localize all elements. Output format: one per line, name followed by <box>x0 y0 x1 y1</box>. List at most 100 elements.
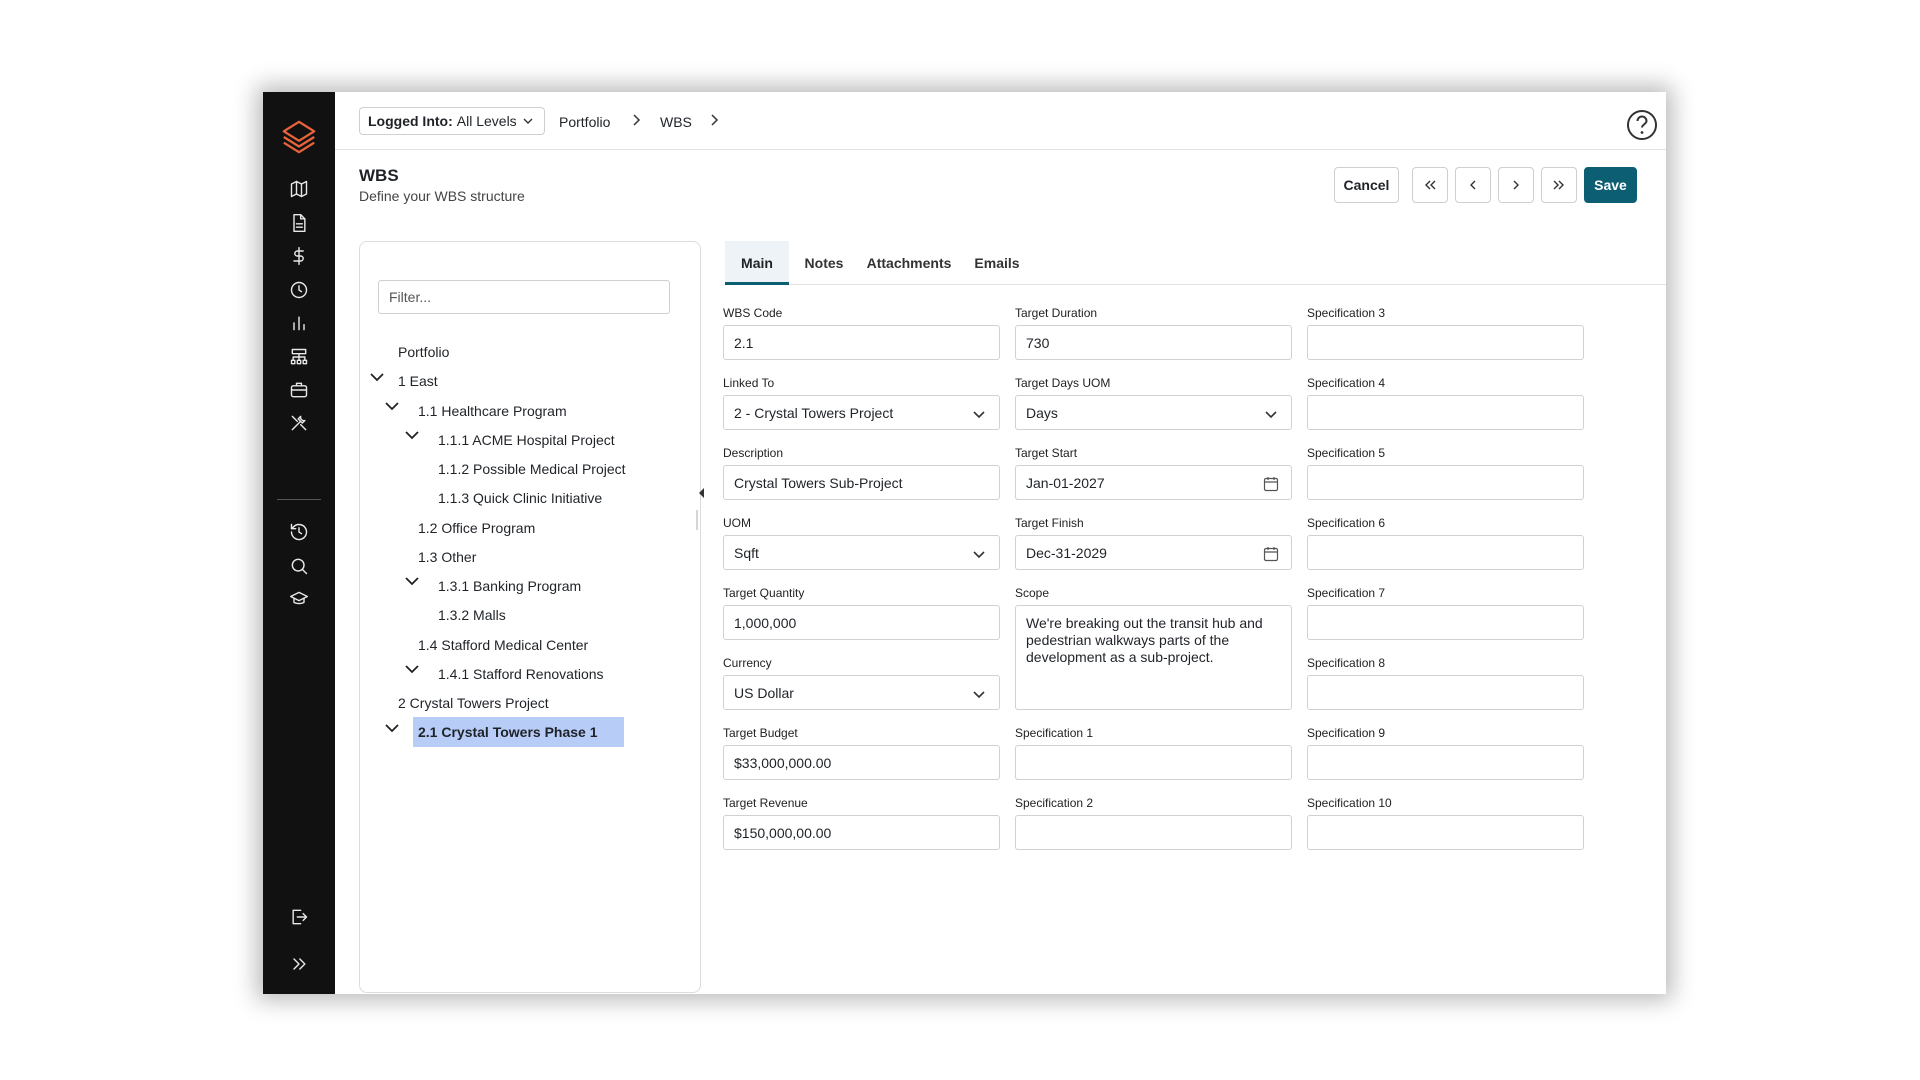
chevron-down-icon[interactable] <box>404 575 420 587</box>
spec8-input[interactable] <box>1307 675 1584 710</box>
target-duration-input[interactable]: 730 <box>1015 325 1292 360</box>
logout-icon[interactable] <box>287 905 311 929</box>
spec9-label: Specification 9 <box>1307 726 1386 740</box>
scope-label: Scope <box>1015 586 1050 600</box>
spec10-input[interactable] <box>1307 815 1584 850</box>
tree-filter-input[interactable] <box>378 280 670 314</box>
spec4-input[interactable] <box>1307 395 1584 430</box>
document-icon[interactable] <box>287 211 311 235</box>
target-budget-input[interactable]: $33,000,000.00 <box>723 745 1000 780</box>
scope-textarea[interactable]: We're breaking out the transit hub and p… <box>1015 605 1292 710</box>
hierarchy-icon[interactable] <box>287 345 311 369</box>
target-days-uom-select[interactable]: Days <box>1015 395 1292 430</box>
spec5-input[interactable] <box>1307 465 1584 500</box>
target-budget-value: $33,000,000.00 <box>734 754 832 771</box>
spec2-label: Specification 2 <box>1015 796 1094 810</box>
collapse-panel-icon[interactable] <box>699 488 705 498</box>
target-finish-value: Dec-31-2029 <box>1026 544 1107 561</box>
target-revenue-value: $150,000,00.00 <box>734 824 832 841</box>
tab-main[interactable]: Main <box>725 241 789 285</box>
chevron-down-icon[interactable] <box>384 722 400 734</box>
breadcrumb-portfolio[interactable]: Portfolio <box>559 114 610 130</box>
target-days-uom-value: Days <box>1026 404 1058 421</box>
app-logo-icon[interactable] <box>280 118 318 156</box>
tree-node[interactable]: 1.1 Healthcare Program <box>418 400 567 422</box>
nav-rail <box>263 92 335 994</box>
tab-notes[interactable]: Notes <box>795 241 853 285</box>
target-duration-value: 730 <box>1026 334 1050 351</box>
search-icon[interactable] <box>287 554 311 578</box>
tree-node[interactable]: 1.2 Office Program <box>418 517 535 539</box>
target-quantity-input[interactable]: 1,000,000 <box>723 605 1000 640</box>
tree-node[interactable]: Portfolio <box>398 341 449 363</box>
target-revenue-label: Target Revenue <box>723 796 808 810</box>
spec1-input[interactable] <box>1015 745 1292 780</box>
linked-to-select[interactable]: 2 - Crystal Towers Project <box>723 395 1000 430</box>
tree-node[interactable]: 1.4 Stafford Medical Center <box>418 634 588 656</box>
tree-node-selected[interactable]: 2.1 Crystal Towers Phase 1 <box>413 717 624 747</box>
previous-record-button[interactable] <box>1455 167 1491 203</box>
cancel-button[interactable]: Cancel <box>1334 167 1399 203</box>
spec2-input[interactable] <box>1015 815 1292 850</box>
bar-chart-icon[interactable] <box>287 311 311 335</box>
page-subtitle: Define your WBS structure <box>359 188 525 204</box>
tree-node[interactable]: 1.1.1 ACME Hospital Project <box>438 429 615 451</box>
save-button[interactable]: Save <box>1584 167 1637 203</box>
target-start-input[interactable]: Jan-01-2027 <box>1015 465 1292 500</box>
history-icon[interactable] <box>287 520 311 544</box>
currency-label: Currency <box>723 656 772 670</box>
chevron-down-icon[interactable] <box>369 371 385 383</box>
graduation-cap-icon[interactable] <box>287 587 311 611</box>
tree-node[interactable]: 1.1.2 Possible Medical Project <box>438 458 626 480</box>
clock-icon[interactable] <box>287 278 311 302</box>
currency-select[interactable]: US Dollar <box>723 675 1000 710</box>
chevron-down-icon[interactable] <box>404 663 420 675</box>
chevron-down-icon[interactable] <box>404 429 420 441</box>
description-value: Crystal Towers Sub-Project <box>734 474 903 491</box>
spec9-input[interactable] <box>1307 745 1584 780</box>
tree-node[interactable]: 1.4.1 Stafford Renovations <box>438 663 604 685</box>
spec6-input[interactable] <box>1307 535 1584 570</box>
logged-into-select[interactable]: Logged Into: All Levels <box>359 107 545 135</box>
calendar-icon[interactable] <box>1263 546 1279 562</box>
tree-node[interactable]: 1 East <box>398 370 438 392</box>
map-icon[interactable] <box>287 177 311 201</box>
dollar-icon[interactable] <box>287 244 311 268</box>
briefcase-icon[interactable] <box>287 378 311 402</box>
help-icon[interactable] <box>1625 108 1659 142</box>
first-icon <box>1425 180 1436 190</box>
tree-node[interactable]: 1.1.3 Quick Clinic Initiative <box>438 487 602 509</box>
chevron-down-icon[interactable] <box>384 400 400 412</box>
last-record-button[interactable] <box>1541 167 1577 203</box>
wbs-code-label: WBS Code <box>723 306 783 320</box>
target-start-label: Target Start <box>1015 446 1078 460</box>
target-revenue-input[interactable]: $150,000,00.00 <box>723 815 1000 850</box>
spec6-label: Specification 6 <box>1307 516 1386 530</box>
target-finish-input[interactable]: Dec-31-2029 <box>1015 535 1292 570</box>
target-finish-label: Target Finish <box>1015 516 1084 530</box>
next-record-button[interactable] <box>1498 167 1534 203</box>
wbs-code-input[interactable]: 2.1 <box>723 325 1000 360</box>
calendar-icon[interactable] <box>1263 476 1279 492</box>
spec7-input[interactable] <box>1307 605 1584 640</box>
first-record-button[interactable] <box>1412 167 1448 203</box>
tools-icon[interactable] <box>287 411 311 435</box>
panel-resize-handle[interactable] <box>696 510 698 530</box>
tree-node[interactable]: 1.3 Other <box>418 546 476 568</box>
expand-icon[interactable] <box>287 952 311 976</box>
tree-node[interactable]: 2 Crystal Towers Project <box>398 692 549 714</box>
chevron-down-icon <box>523 118 533 124</box>
spec3-input[interactable] <box>1307 325 1584 360</box>
tree-node[interactable]: 1.3.1 Banking Program <box>438 575 581 597</box>
spec4-label: Specification 4 <box>1307 376 1386 390</box>
tab-emails[interactable]: Emails <box>965 241 1029 285</box>
linked-to-value: 2 - Crystal Towers Project <box>734 404 894 421</box>
target-quantity-value: 1,000,000 <box>734 614 797 631</box>
logged-into-value: All Levels <box>456 113 517 129</box>
breadcrumb-wbs[interactable]: WBS <box>660 114 692 130</box>
tree-node[interactable]: 1.3.2 Malls <box>438 604 506 626</box>
uom-select[interactable]: Sqft <box>723 535 1000 570</box>
description-input[interactable]: Crystal Towers Sub-Project <box>723 465 1000 500</box>
spec1-label: Specification 1 <box>1015 726 1094 740</box>
tab-attachments[interactable]: Attachments <box>861 241 957 285</box>
